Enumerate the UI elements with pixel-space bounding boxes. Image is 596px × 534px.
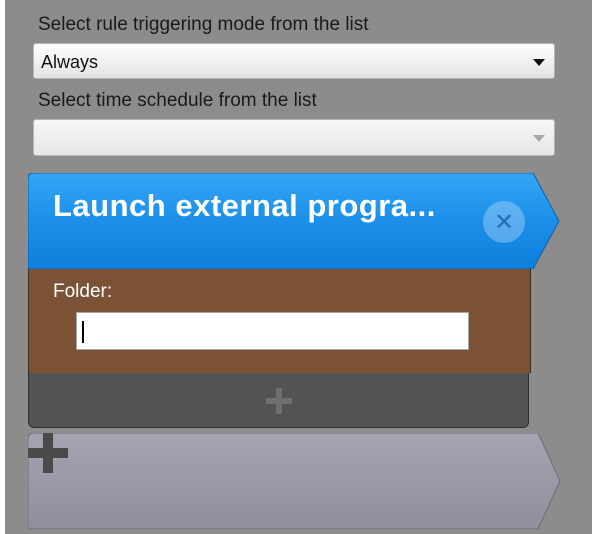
action-card-footer — [28, 373, 529, 428]
clipped-heading — [30, 0, 560, 6]
time-schedule-label: Select time schedule from the list — [38, 90, 317, 111]
chevron-down-icon[interactable] — [533, 135, 545, 142]
action-card-header: Launch external progra... ✕ — [28, 173, 560, 269]
close-icon[interactable]: ✕ — [483, 201, 525, 243]
chevron-down-icon[interactable] — [533, 59, 545, 66]
plus-icon[interactable] — [28, 433, 68, 473]
triggering-mode-label: Select rule triggering mode from the lis… — [38, 14, 369, 35]
triggering-mode-select[interactable]: Always — [33, 43, 555, 79]
text-caret — [82, 321, 84, 343]
folder-label: Folder: — [53, 281, 113, 302]
action-card-body: Folder: — [28, 269, 531, 373]
add-action-button[interactable] — [28, 433, 561, 529]
action-card-title: Launch external progra... — [53, 188, 436, 223]
plus-icon[interactable] — [266, 388, 292, 414]
folder-input[interactable] — [76, 312, 469, 350]
time-schedule-select[interactable] — [33, 119, 555, 156]
triggering-mode-value: Always — [41, 52, 99, 72]
